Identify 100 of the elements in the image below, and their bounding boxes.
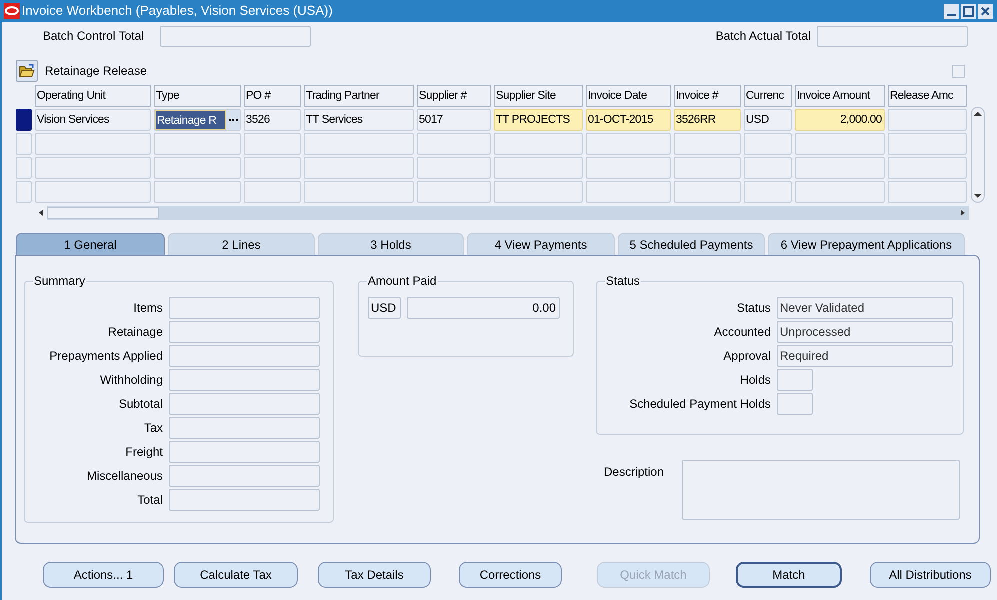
folder-button[interactable] xyxy=(16,60,38,82)
column-header[interactable]: Type xyxy=(154,85,241,107)
table-cell[interactable] xyxy=(244,133,301,155)
action-button[interactable]: Corrections xyxy=(459,562,562,588)
action-button[interactable]: Tax Details xyxy=(318,562,431,588)
tab[interactable]: 6 View Prepayment Applications xyxy=(768,233,965,255)
maximize-icon[interactable] xyxy=(961,4,976,18)
table-cell[interactable] xyxy=(888,133,967,155)
table-cell[interactable] xyxy=(795,181,885,203)
scroll-thumb[interactable] xyxy=(47,207,159,219)
input-field[interactable] xyxy=(817,26,968,46)
table-cell[interactable] xyxy=(35,181,151,203)
table-cell[interactable]: USD xyxy=(744,109,792,131)
scroll-down-icon[interactable] xyxy=(973,192,983,200)
table-cell[interactable] xyxy=(494,133,583,155)
input-field[interactable] xyxy=(169,465,320,487)
tab[interactable]: 2 Lines xyxy=(168,233,315,255)
table-cell[interactable] xyxy=(304,157,414,179)
close-icon[interactable] xyxy=(978,4,993,18)
column-header[interactable]: Release Amc xyxy=(888,85,967,107)
column-header[interactable]: Operating Unit xyxy=(35,85,151,107)
minimize-icon[interactable] xyxy=(944,4,959,18)
input-field[interactable]: Required xyxy=(777,345,953,367)
table-cell[interactable]: Vision Services xyxy=(35,109,151,131)
table-cell[interactable] xyxy=(417,157,491,179)
table-cell[interactable]: TT Services xyxy=(304,109,414,131)
input-field[interactable] xyxy=(160,26,311,46)
column-header[interactable]: Supplier Site xyxy=(494,85,583,107)
input-field[interactable] xyxy=(169,321,320,343)
tab[interactable]: 5 Scheduled Payments xyxy=(618,233,765,255)
description-field[interactable] xyxy=(682,460,960,520)
input-field[interactable] xyxy=(169,345,320,367)
vertical-scrollbar[interactable] xyxy=(971,107,985,203)
table-cell[interactable]: Retainage R xyxy=(154,109,241,131)
table-cell[interactable] xyxy=(244,157,301,179)
table-cell[interactable]: 5017 xyxy=(417,109,491,131)
column-header[interactable]: Invoice # xyxy=(674,85,741,107)
currency-field[interactable]: USD xyxy=(368,297,401,319)
table-cell[interactable] xyxy=(744,157,792,179)
tab[interactable]: 1 General xyxy=(16,233,165,255)
input-field[interactable] xyxy=(169,393,320,415)
table-cell[interactable] xyxy=(154,157,241,179)
table-cell[interactable] xyxy=(674,181,741,203)
column-header[interactable]: Supplier # xyxy=(417,85,491,107)
action-button[interactable]: All Distributions xyxy=(870,562,991,588)
table-cell[interactable] xyxy=(494,181,583,203)
table-cell[interactable] xyxy=(586,157,671,179)
column-header[interactable]: PO # xyxy=(244,85,301,107)
tab[interactable]: 3 Holds xyxy=(318,233,464,255)
action-button[interactable]: Actions... 1 xyxy=(43,562,164,588)
table-cell[interactable] xyxy=(304,133,414,155)
input-field[interactable] xyxy=(169,417,320,439)
field-label: Approval xyxy=(722,348,771,365)
table-cell[interactable] xyxy=(888,157,967,179)
table-cell[interactable] xyxy=(674,133,741,155)
horizontal-scrollbar[interactable] xyxy=(35,206,969,220)
column-header[interactable]: Currenc xyxy=(744,85,792,107)
table-cell[interactable] xyxy=(417,133,491,155)
input-field[interactable] xyxy=(777,369,813,391)
table-cell[interactable]: 3526RR xyxy=(674,109,741,131)
table-cell[interactable] xyxy=(795,157,885,179)
column-header[interactable]: Invoice Date xyxy=(586,85,671,107)
table-cell[interactable] xyxy=(674,157,741,179)
row-indicator[interactable] xyxy=(16,109,32,131)
input-field[interactable]: Unprocessed xyxy=(777,321,953,343)
column-header[interactable]: Invoice Amount xyxy=(795,85,885,107)
input-field[interactable] xyxy=(169,441,320,463)
action-button[interactable]: Match xyxy=(736,562,842,588)
table-cell[interactable] xyxy=(744,181,792,203)
column-header[interactable]: Trading Partner xyxy=(304,85,414,107)
field-label: Batch Actual Total xyxy=(716,28,811,45)
table-cell[interactable] xyxy=(35,133,151,155)
input-field[interactable] xyxy=(777,393,813,415)
table-cell[interactable] xyxy=(304,181,414,203)
table-cell[interactable] xyxy=(586,181,671,203)
input-field[interactable] xyxy=(169,297,320,319)
table-cell[interactable] xyxy=(417,181,491,203)
scroll-up-icon[interactable] xyxy=(973,110,983,118)
table-cell[interactable]: 2,000.00 xyxy=(795,109,885,131)
checkbox[interactable] xyxy=(952,64,965,78)
tab[interactable]: 4 View Payments xyxy=(467,233,615,255)
table-cell[interactable]: 01-OCT-2015 xyxy=(586,109,671,131)
table-cell[interactable]: TT PROJECTS xyxy=(494,109,583,131)
input-field[interactable] xyxy=(169,489,320,511)
table-cell[interactable] xyxy=(494,157,583,179)
table-cell[interactable] xyxy=(795,133,885,155)
table-cell[interactable] xyxy=(586,133,671,155)
table-cell[interactable] xyxy=(154,133,241,155)
table-cell[interactable] xyxy=(744,133,792,155)
table-cell[interactable] xyxy=(888,181,967,203)
input-field[interactable]: Never Validated xyxy=(777,297,953,319)
table-cell[interactable] xyxy=(244,181,301,203)
table-cell[interactable] xyxy=(154,181,241,203)
table-cell[interactable] xyxy=(888,109,967,131)
list-button[interactable] xyxy=(226,110,240,130)
input-field[interactable] xyxy=(169,369,320,391)
action-button[interactable]: Calculate Tax xyxy=(174,562,298,588)
amount-field[interactable]: 0.00 xyxy=(407,297,560,319)
table-cell[interactable]: 3526 xyxy=(244,109,301,131)
table-cell[interactable] xyxy=(35,157,151,179)
